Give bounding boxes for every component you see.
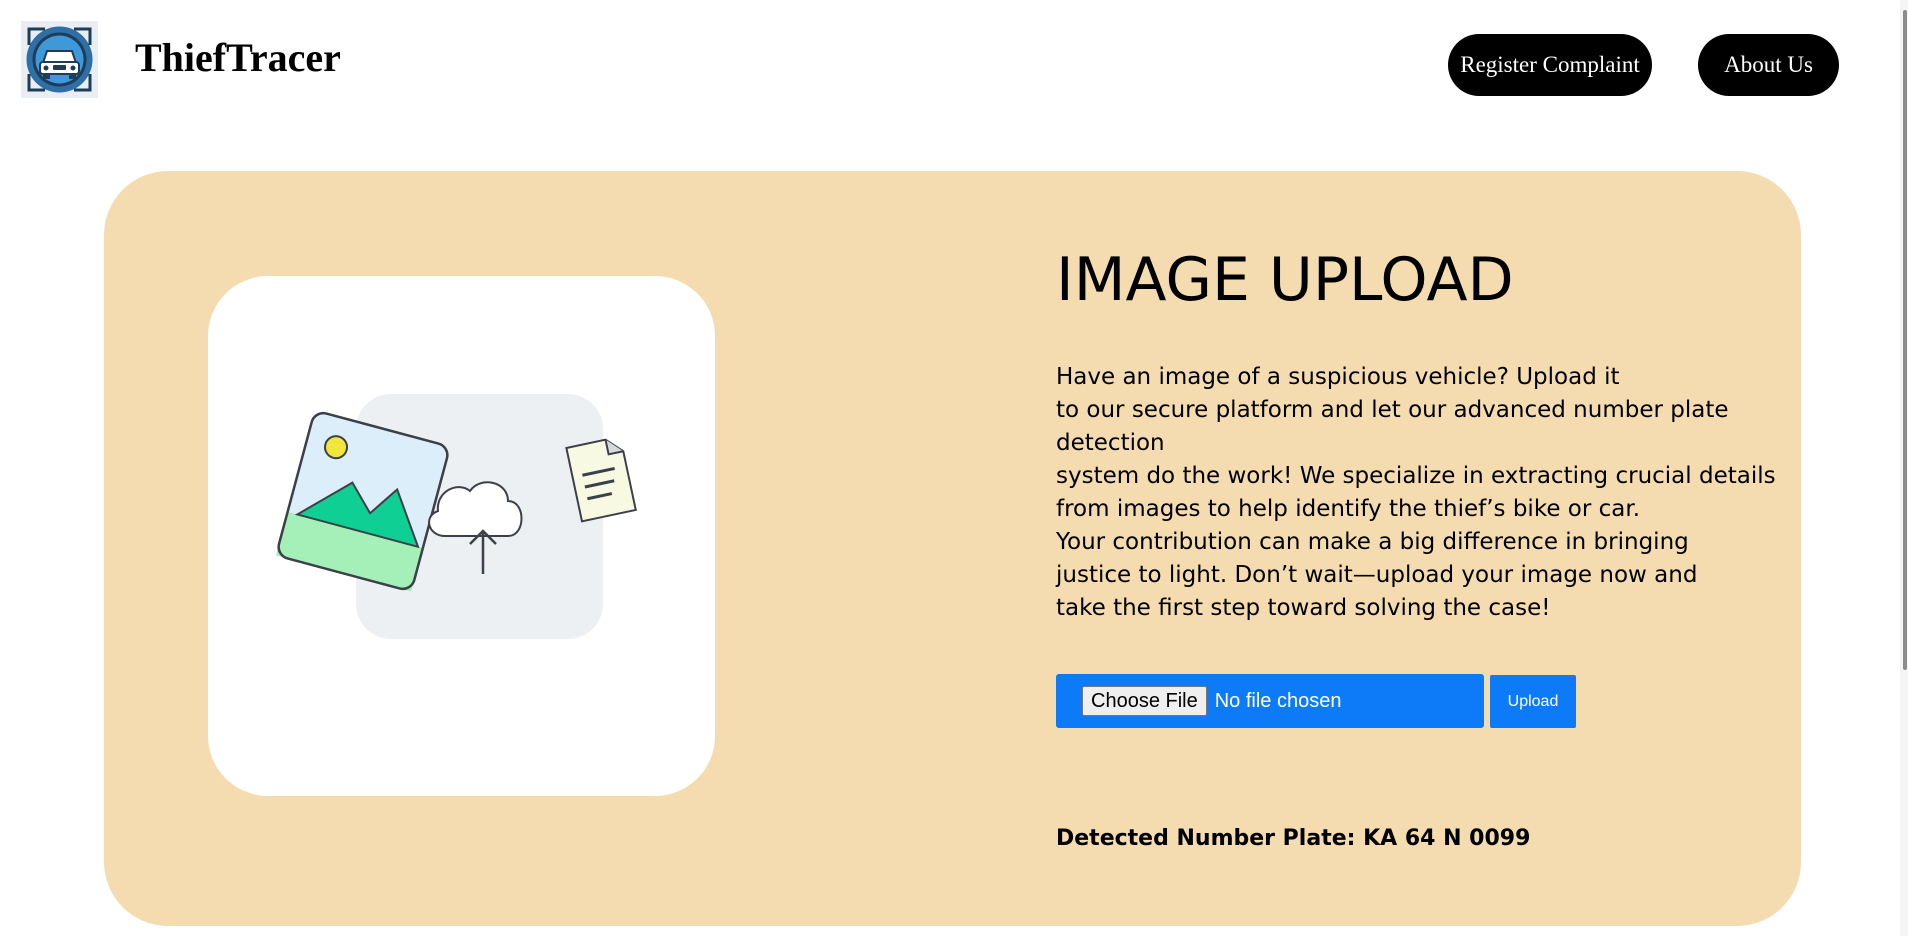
upload-illustration [208,276,715,796]
file-input[interactable]: Choose File No file chosen [1056,674,1484,728]
description-line: from images to help identify the thief’s… [1056,496,1641,522]
car-logo-icon [26,26,93,93]
detected-plate-result: Detected Number Plate: KA 64 N 0099 [1056,826,1531,851]
logo[interactable] [21,21,98,98]
description-line: take the first step toward solving the c… [1056,595,1551,621]
upload-panel: IMAGE UPLOAD Have an image of a suspicio… [104,171,1801,926]
description-line: to our secure platform and let our advan… [1056,397,1729,423]
description-line: system do the work! We specialize in ext… [1056,463,1776,489]
description-line: Your contribution can make a big differe… [1056,529,1689,555]
file-status-text: No file chosen [1214,689,1342,712]
brand-title: ThiefTracer [135,35,341,80]
description-line: detection [1056,430,1165,456]
description-line: justice to light. Don’t wait—upload your… [1056,562,1698,588]
about-us-button[interactable]: About Us [1698,34,1839,96]
choose-file-button[interactable]: Choose File [1082,686,1207,716]
register-complaint-button[interactable]: Register Complaint [1448,34,1652,96]
upload-button[interactable]: Upload [1490,675,1576,728]
page-title: IMAGE UPLOAD [1056,245,1514,315]
scrollbar-thumb[interactable] [1903,10,1907,670]
description-line: Have an image of a suspicious vehicle? U… [1056,364,1620,390]
description: Have an image of a suspicious vehicle? U… [1056,361,1776,625]
